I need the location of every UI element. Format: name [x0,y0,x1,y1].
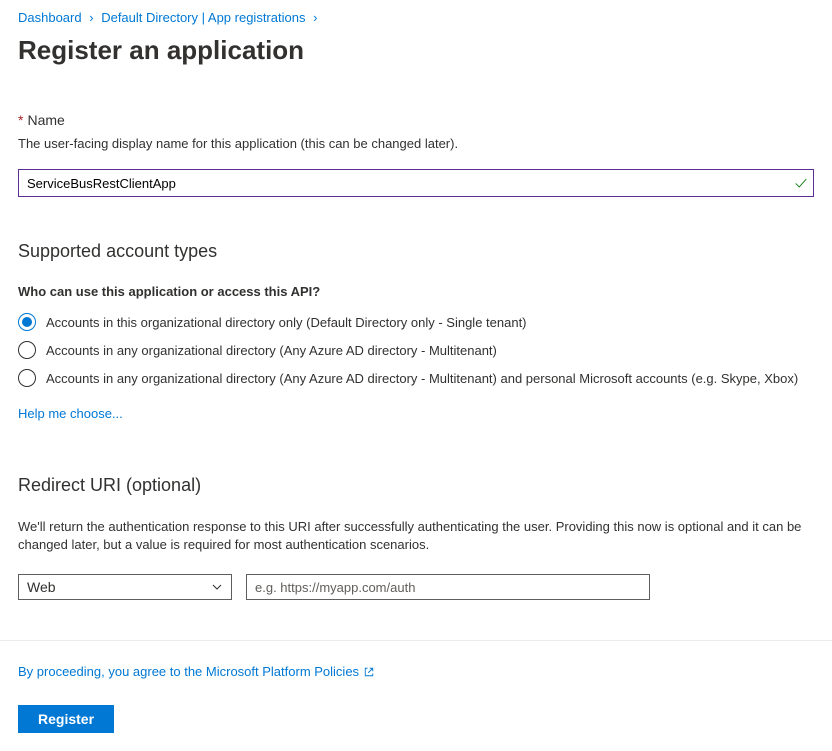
radio-option-single-tenant[interactable]: Accounts in this organizational director… [18,313,814,331]
external-link-icon [363,666,375,678]
radio-label: Accounts in any organizational directory… [46,343,497,358]
account-types-heading: Supported account types [18,241,814,262]
redirect-uri-heading: Redirect URI (optional) [18,475,814,496]
radio-icon [18,369,36,387]
radio-option-multitenant-personal[interactable]: Accounts in any organizational directory… [18,369,814,387]
breadcrumb: Dashboard › Default Directory | App regi… [18,6,814,35]
radio-icon [18,341,36,359]
page-title: Register an application [18,35,814,66]
chevron-down-icon [211,581,223,593]
chevron-right-icon: › [309,10,321,25]
platform-policies-link[interactable]: By proceeding, you agree to the Microsof… [18,664,375,679]
radio-icon [18,313,36,331]
redirect-platform-select[interactable]: Web [18,574,232,600]
name-label: *Name [18,112,814,128]
name-help-text: The user-facing display name for this ap… [18,136,814,151]
account-types-radio-group: Accounts in this organizational director… [18,313,814,387]
breadcrumb-link-dashboard[interactable]: Dashboard [18,10,82,25]
radio-option-multitenant[interactable]: Accounts in any organizational directory… [18,341,814,359]
breadcrumb-link-app-registrations[interactable]: Default Directory | App registrations [101,10,305,25]
chevron-right-icon: › [85,10,97,25]
checkmark-icon [794,176,808,190]
register-button[interactable]: Register [18,705,114,733]
divider [0,640,832,641]
radio-label: Accounts in this organizational director… [46,315,527,330]
redirect-platform-value: Web [27,579,56,595]
name-input[interactable] [18,169,814,197]
account-types-question: Who can use this application or access t… [18,284,814,299]
radio-label: Accounts in any organizational directory… [46,371,798,386]
required-star-icon: * [18,112,23,128]
help-me-choose-link[interactable]: Help me choose... [18,406,123,421]
redirect-uri-input[interactable] [246,574,650,600]
redirect-uri-description: We'll return the authentication response… [18,518,814,554]
